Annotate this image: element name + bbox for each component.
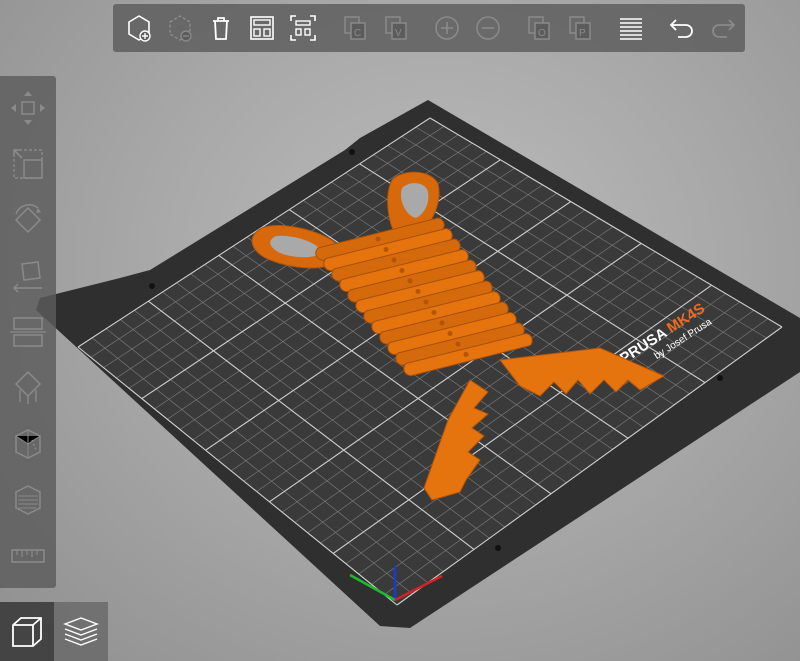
ruler-tool-button[interactable] [4,530,52,582]
delete-all-button[interactable] [201,8,240,48]
3d-view-icon [12,616,42,647]
left-toolbar [0,76,56,588]
undo-icon [669,19,694,38]
svg-text:V: V [395,28,402,39]
link-pin [439,320,445,326]
arrange-icon [250,16,275,40]
link-pin [383,247,389,252]
move-tool-button[interactable] [4,82,52,134]
delete-button[interactable] [160,8,199,48]
cut-tool-button[interactable] [4,306,52,358]
scale-tool-button[interactable] [4,138,52,190]
move-icon [11,91,45,125]
delete-icon [169,15,192,42]
link-pin [423,299,429,305]
preview-layers-icon [63,616,99,646]
link-pin [431,310,437,315]
layer-editing-button[interactable] [612,8,651,48]
paste-icon: V [384,16,407,40]
redo-icon [712,19,736,38]
link-pin [407,278,413,284]
add-object-icon [127,15,151,42]
svg-text:P: P [579,28,586,39]
preview-button[interactable] [54,602,108,661]
link-pin [455,341,461,347]
link-pin [463,352,469,357]
paint-supports-icon [14,370,42,404]
rotate-tool-button[interactable] [4,194,52,246]
svg-text:O: O [538,28,546,39]
arrange-selection-icon [290,15,317,41]
copy-button[interactable]: C [335,8,374,48]
scale-icon [13,149,43,179]
measure-icon [15,485,41,515]
link-pin [415,289,421,294]
split-parts-button[interactable]: P [561,8,600,48]
measure-tool-button[interactable] [4,474,52,526]
delete-all-icon [213,17,230,40]
top-toolbar: C V O P [113,4,745,52]
ruler-icon [11,549,45,563]
redo-button[interactable] [704,8,743,48]
view-switcher [0,602,108,661]
3d-scene[interactable]: PRUSA MK4S by Josef Prusa [0,0,800,661]
add-instance-button[interactable] [427,8,466,48]
3d-view-button[interactable] [0,602,54,661]
paint-supports-tool-button[interactable] [4,362,52,414]
place-on-face-tool-button[interactable] [4,250,52,302]
seam-painting-tool-button[interactable] [4,418,52,470]
svg-text:C: C [354,28,361,39]
link-pin [399,268,405,273]
layer-editing-icon [620,18,643,40]
split-parts-icon: P [569,16,591,40]
link-pin [375,236,381,242]
link-pin [391,257,397,263]
copy-icon: C [343,16,366,40]
seam-painting-icon [15,429,41,459]
arrange-button[interactable] [243,8,282,48]
arrange-selection-button[interactable] [284,8,323,48]
remove-instance-button[interactable] [468,8,507,48]
paste-button[interactable]: V [376,8,415,48]
add-instance-icon [434,16,459,40]
add-object-button[interactable] [119,8,158,48]
rotate-icon [14,204,42,234]
split-objects-icon: O [528,16,550,40]
split-objects-button[interactable]: O [519,8,558,48]
remove-instance-icon [476,16,500,40]
link-pin [447,331,453,336]
cut-icon [10,317,46,347]
undo-button[interactable] [663,8,702,48]
place-on-face-icon [12,261,42,293]
